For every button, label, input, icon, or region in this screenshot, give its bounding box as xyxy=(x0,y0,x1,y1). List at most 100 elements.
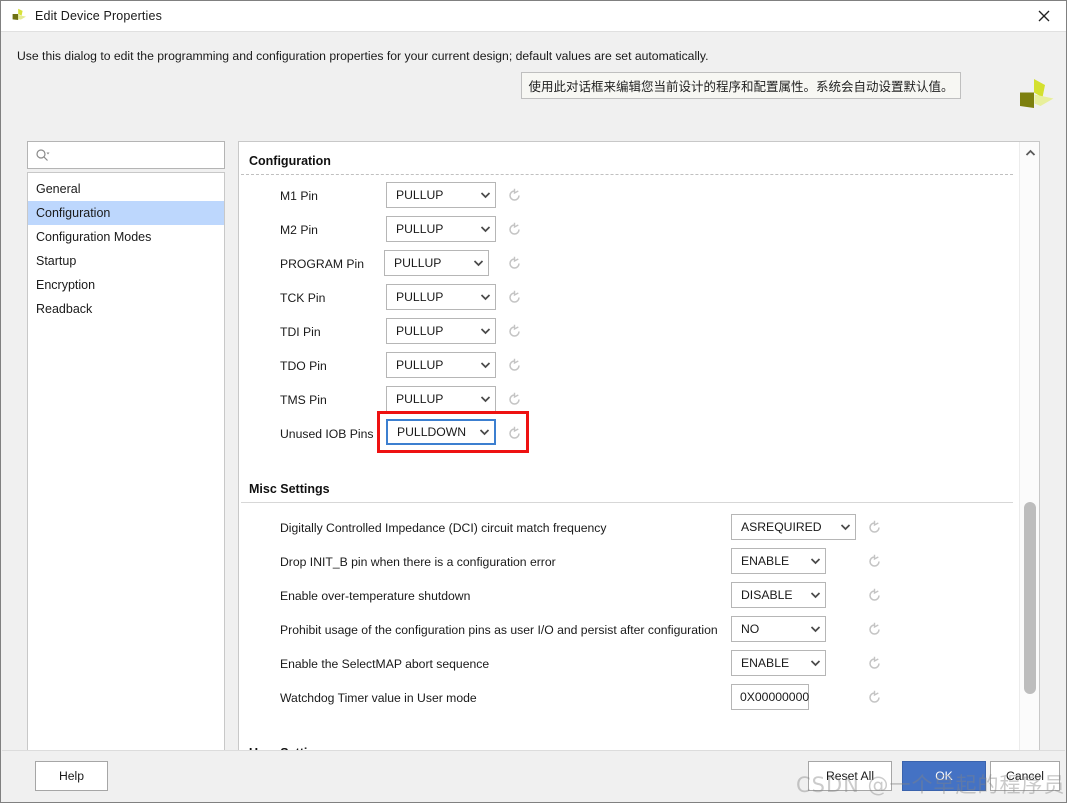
reset-icon-tdo-pin[interactable] xyxy=(507,358,522,373)
reset-icon-dci-match-frequency[interactable] xyxy=(867,520,882,535)
combo-tdo-pin[interactable]: PULLUP xyxy=(386,352,496,378)
reset-all-button[interactable]: Reset All xyxy=(808,761,892,791)
search-input[interactable] xyxy=(50,145,210,165)
section-divider-configuration xyxy=(241,174,1013,175)
combo-tck-pin[interactable]: PULLUP xyxy=(386,284,496,310)
translation-tooltip: 使用此对话框来编辑您当前设计的程序和配置属性。系统会自动设置默认值。 xyxy=(521,72,961,99)
close-icon[interactable] xyxy=(1022,1,1066,31)
section-header-configuration: Configuration xyxy=(249,154,331,168)
xilinx-brand-logo-icon xyxy=(1015,76,1057,118)
combo-over-temperature-shutdown[interactable]: DISABLE xyxy=(731,582,826,608)
combo-value: NO xyxy=(741,622,760,636)
combo-dci-match-frequency[interactable]: ASREQUIRED xyxy=(731,514,856,540)
property-label-m2-pin: M2 Pin xyxy=(280,223,318,237)
combo-value: ASREQUIRED xyxy=(741,520,822,534)
sidebar-item-label: Configuration xyxy=(36,206,111,220)
property-label-watchdog-timer: Watchdog Timer value in User mode xyxy=(280,691,477,705)
input-watchdog-timer[interactable]: 0X00000000 xyxy=(731,684,809,710)
combo-m2-pin[interactable]: PULLUP xyxy=(386,216,496,242)
scrollbar-thumb[interactable] xyxy=(1024,502,1036,694)
combo-value: PULLDOWN xyxy=(397,425,467,439)
combo-value: PULLUP xyxy=(396,358,444,372)
title-bar: Edit Device Properties xyxy=(1,1,1066,32)
sidebar-item-label: Encryption xyxy=(36,278,96,292)
sidebar-item-startup[interactable]: Startup xyxy=(28,249,224,273)
combo-tdi-pin[interactable]: PULLUP xyxy=(386,318,496,344)
search-icon xyxy=(35,148,50,163)
edit-device-properties-dialog: Edit Device Properties Use this dialog t… xyxy=(0,0,1067,803)
chevron-down-icon xyxy=(805,557,825,565)
reset-icon-over-temperature-shutdown[interactable] xyxy=(867,588,882,603)
property-label-selectmap-abort: Enable the SelectMAP abort sequence xyxy=(280,657,490,671)
property-label-tdo-pin: TDO Pin xyxy=(280,359,327,373)
chevron-down-icon xyxy=(835,523,855,531)
xilinx-logo-icon xyxy=(10,7,28,25)
combo-unused-iob-pins[interactable]: PULLDOWN xyxy=(386,419,496,445)
reset-icon-drop-init-b[interactable] xyxy=(867,554,882,569)
dialog-footer: Help Reset All OK Cancel xyxy=(2,750,1065,802)
category-list: General Configuration Configuration Mode… xyxy=(27,172,225,777)
sidebar-item-label: General xyxy=(36,182,81,196)
combo-value: PULLUP xyxy=(396,324,444,338)
cancel-button[interactable]: Cancel xyxy=(990,761,1060,791)
category-pane: General Configuration Configuration Mode… xyxy=(27,141,225,777)
reset-icon-m2-pin[interactable] xyxy=(507,222,522,237)
combo-prohibit-config-pins[interactable]: NO xyxy=(731,616,826,642)
ok-button[interactable]: OK xyxy=(902,761,986,791)
chevron-down-icon xyxy=(475,191,495,199)
reset-icon-m1-pin[interactable] xyxy=(507,188,522,203)
reset-icon-unused-iob-pins[interactable] xyxy=(507,426,522,441)
combo-selectmap-abort[interactable]: ENABLE xyxy=(731,650,826,676)
properties-pane: Configuration M1 Pin PULLUP M2 Pin PULLU… xyxy=(238,141,1040,777)
chevron-down-icon xyxy=(468,259,488,267)
combo-program-pin[interactable]: PULLUP xyxy=(384,250,489,276)
properties-scroll-content: Configuration M1 Pin PULLUP M2 Pin PULLU… xyxy=(239,142,1019,776)
vertical-scrollbar[interactable] xyxy=(1019,142,1039,776)
chevron-down-icon xyxy=(475,327,495,335)
property-label-tms-pin: TMS Pin xyxy=(280,393,327,407)
combo-value: PULLUP xyxy=(396,290,444,304)
sidebar-item-general[interactable]: General xyxy=(28,177,224,201)
help-button[interactable]: Help xyxy=(35,761,108,791)
property-label-dci-match-frequency: Digitally Controlled Impedance (DCI) cir… xyxy=(280,521,607,535)
sidebar-item-configuration-modes[interactable]: Configuration Modes xyxy=(28,225,224,249)
combo-value: PULLUP xyxy=(396,222,444,236)
reset-icon-tck-pin[interactable] xyxy=(507,290,522,305)
dialog-hint-text: Use this dialog to edit the programming … xyxy=(17,49,709,63)
ok-button-label: OK xyxy=(935,769,953,783)
combo-drop-init-b[interactable]: ENABLE xyxy=(731,548,826,574)
reset-icon-program-pin[interactable] xyxy=(507,256,522,271)
reset-icon-watchdog-timer[interactable] xyxy=(867,690,882,705)
reset-icon-tdi-pin[interactable] xyxy=(507,324,522,339)
search-box[interactable] xyxy=(27,141,225,169)
sidebar-item-readback[interactable]: Readback xyxy=(28,297,224,321)
sidebar-item-label: Configuration Modes xyxy=(36,230,152,244)
sidebar-item-encryption[interactable]: Encryption xyxy=(28,273,224,297)
property-label-m1-pin: M1 Pin xyxy=(280,189,318,203)
dialog-body: Use this dialog to edit the programming … xyxy=(2,32,1065,777)
chevron-down-icon xyxy=(475,361,495,369)
reset-icon-tms-pin[interactable] xyxy=(507,392,522,407)
window-title: Edit Device Properties xyxy=(35,9,162,23)
combo-value: DISABLE xyxy=(741,588,793,602)
chevron-down-icon xyxy=(805,659,825,667)
reset-icon-prohibit-config-pins[interactable] xyxy=(867,622,882,637)
reset-icon-selectmap-abort[interactable] xyxy=(867,656,882,671)
combo-value: PULLUP xyxy=(396,392,444,406)
scroll-up-arrow-icon[interactable] xyxy=(1020,144,1040,162)
reset-all-button-label: Reset All xyxy=(825,769,875,783)
combo-value: PULLUP xyxy=(396,188,444,202)
property-label-tdi-pin: TDI Pin xyxy=(280,325,321,339)
chevron-down-icon xyxy=(805,591,825,599)
chevron-down-icon xyxy=(805,625,825,633)
property-label-prohibit-config-pins: Prohibit usage of the configuration pins… xyxy=(280,623,718,637)
property-label-unused-iob-pins: Unused IOB Pins xyxy=(280,427,374,441)
sidebar-item-label: Readback xyxy=(36,302,93,316)
combo-value: PULLUP xyxy=(394,256,442,270)
section-divider-misc-settings xyxy=(241,502,1013,503)
chevron-down-icon xyxy=(475,395,495,403)
sidebar-item-configuration[interactable]: Configuration xyxy=(28,201,224,225)
combo-tms-pin[interactable]: PULLUP xyxy=(386,386,496,412)
chevron-down-icon xyxy=(475,225,495,233)
combo-m1-pin[interactable]: PULLUP xyxy=(386,182,496,208)
